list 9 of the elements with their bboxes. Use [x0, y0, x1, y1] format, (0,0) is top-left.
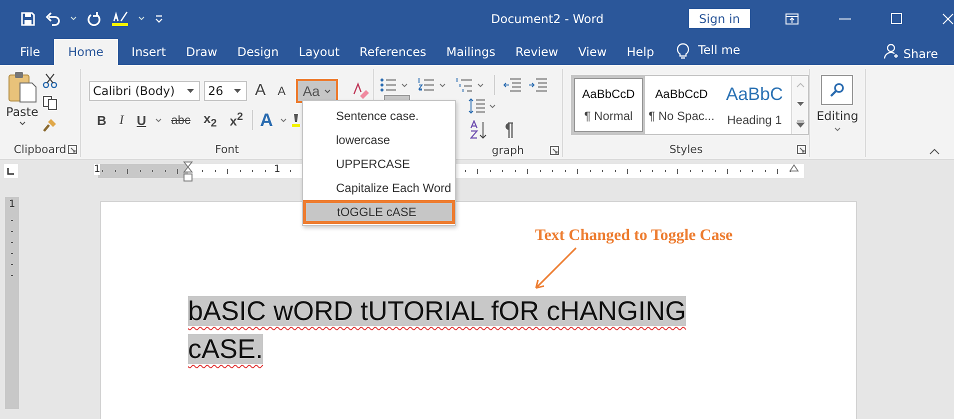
annotation-text: Text Changed to Toggle Case — [535, 227, 733, 245]
group-label: Styles — [669, 142, 703, 156]
ruler-number: 1 — [274, 164, 280, 175]
group-label: Font — [215, 142, 239, 156]
ruler-number: 1 — [8, 199, 16, 210]
group-label: Clipboard — [14, 142, 66, 156]
group-label: graph — [492, 144, 524, 156]
ruler-number: 1 — [94, 164, 100, 175]
window-title: Document2 - Word — [491, 12, 605, 26]
